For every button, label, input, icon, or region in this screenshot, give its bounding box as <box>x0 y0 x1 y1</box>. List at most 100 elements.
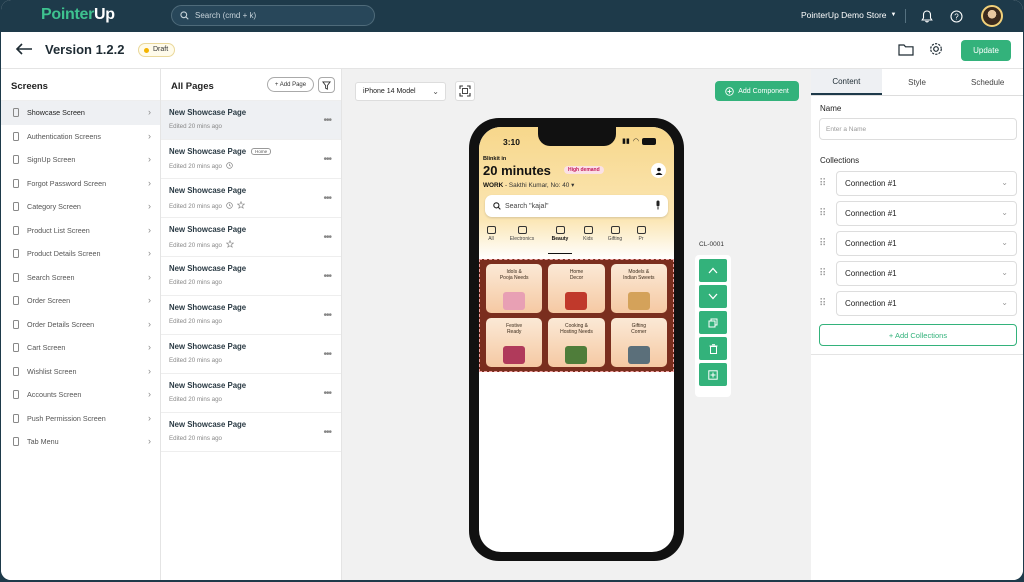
category-tab[interactable]: Electronics <box>504 224 540 252</box>
tab-schedule[interactable]: Schedule <box>952 69 1023 95</box>
chevron-right-icon: › <box>148 342 151 352</box>
star-icon[interactable] <box>236 200 246 211</box>
chevron-down-icon: ⌄ <box>1001 178 1008 187</box>
update-button[interactable]: Update <box>961 40 1011 61</box>
filter-icon[interactable] <box>318 77 335 93</box>
showcase-tile[interactable]: Idols & Pooja Needs <box>486 264 543 313</box>
collection-select[interactable]: Connection #1 ⌄ <box>836 231 1017 256</box>
more-options-icon[interactable]: ••• <box>323 154 331 165</box>
add-collections-button[interactable]: + Add Collections <box>819 324 1017 346</box>
address-text: - Sakthi Kumar, No: 40 <box>503 182 570 189</box>
avatar[interactable] <box>981 5 1003 27</box>
category-tab[interactable]: All <box>484 224 498 252</box>
collection-value: Connection #1 <box>845 179 897 188</box>
sidebar-item-screen[interactable]: Order Details Screen › <box>1 313 160 337</box>
mic-icon[interactable] <box>655 200 661 210</box>
qr-scan-icon[interactable] <box>455 81 475 101</box>
collection-select[interactable]: Connection #1 ⌄ <box>836 201 1017 226</box>
tab-style[interactable]: Style <box>882 69 953 95</box>
sidebar-item-screen[interactable]: Search Screen › <box>1 266 160 290</box>
store-selector[interactable]: PointerUp Demo Store ▼ <box>801 10 896 20</box>
page-list-item[interactable]: New Showcase Page Edited 20 mins ago ••• <box>161 335 341 374</box>
delete-button[interactable] <box>699 337 727 360</box>
drag-handle-icon[interactable]: ⠿ <box>819 298 831 309</box>
sidebar-item-screen[interactable]: Push Permission Screen › <box>1 407 160 431</box>
drag-handle-icon[interactable]: ⠿ <box>819 238 831 249</box>
back-arrow-icon[interactable] <box>15 42 33 58</box>
sidebar-item-screen[interactable]: Wishlist Screen › <box>1 360 160 384</box>
collection-select[interactable]: Connection #1 ⌄ <box>836 261 1017 286</box>
sidebar-item-screen[interactable]: Order Screen › <box>1 289 160 313</box>
delivery-address[interactable]: WORK - Sakthi Kumar, No: 40 ▾ <box>483 181 574 189</box>
showcase-tile[interactable]: Gifting Corner <box>610 318 667 367</box>
more-options-icon[interactable]: ••• <box>323 388 331 399</box>
more-options-icon[interactable]: ••• <box>323 115 331 126</box>
showcase-grid[interactable]: Idols & Pooja Needs Home Decor Models & In… <box>479 259 674 372</box>
category-tab[interactable]: Kids <box>580 224 596 252</box>
more-options-icon[interactable]: ••• <box>323 271 331 282</box>
page-list-item[interactable]: New Showcase Page Edited 20 mins ago ••• <box>161 413 341 452</box>
device-model-select[interactable]: iPhone 14 Model ⌄ <box>355 82 446 101</box>
category-tab[interactable]: Gifting <box>602 224 628 252</box>
more-options-icon[interactable]: ••• <box>323 310 331 321</box>
move-down-button[interactable] <box>699 285 727 308</box>
page-list-item[interactable]: New Showcase Page Edited 20 mins ago ••• <box>161 296 341 335</box>
help-icon[interactable]: ? <box>948 8 964 24</box>
clock-icon[interactable] <box>226 201 233 211</box>
star-icon[interactable] <box>225 239 235 250</box>
page-list-item[interactable]: New Showcase Page Edited 20 mins ago ••• <box>161 257 341 296</box>
sidebar-item-screen[interactable]: SignUp Screen › <box>1 148 160 172</box>
page-list-item[interactable]: New Showcase Page Edited 20 mins ago ••• <box>161 374 341 413</box>
app-search-bar[interactable]: Search "kajal" <box>485 195 668 217</box>
showcase-tile[interactable]: Cooking & Hosting Needs <box>548 318 605 367</box>
add-page-button[interactable]: + Add Page <box>267 77 314 92</box>
drag-handle-icon[interactable]: ⠿ <box>819 208 831 219</box>
add-component-button[interactable]: Add Component <box>715 81 799 101</box>
category-tab[interactable]: Beauty <box>546 224 574 254</box>
page-list-item[interactable]: New Showcase Page Edited 20 mins ago ••• <box>161 218 341 257</box>
add-below-button[interactable] <box>699 363 727 386</box>
page-list-item[interactable]: New Showcase Page Edited 20 mins ago ••• <box>161 101 341 140</box>
logo[interactable]: PointerUp <box>41 6 115 24</box>
folder-icon[interactable] <box>898 41 914 57</box>
sidebar-item-screen[interactable]: Product List Screen › <box>1 219 160 243</box>
more-options-icon[interactable]: ••• <box>323 232 331 243</box>
sidebar-item-screen[interactable]: Forgot Password Screen › <box>1 172 160 196</box>
phone-icon <box>13 249 19 259</box>
more-options-icon[interactable]: ••• <box>323 193 331 204</box>
pages-title: All Pages <box>171 81 214 92</box>
duplicate-button[interactable] <box>699 311 727 334</box>
page-list-item[interactable]: New Showcase Page Edited 20 mins ago ••• <box>161 179 341 218</box>
sidebar-item-screen[interactable]: Category Screen › <box>1 195 160 219</box>
gear-icon[interactable] <box>928 41 944 57</box>
sidebar-item-screen[interactable]: Tab Menu › <box>1 430 160 454</box>
page-list-item[interactable]: New Showcase Page Home Edited 20 mins ago •… <box>161 140 341 179</box>
showcase-tile[interactable]: Home Decor <box>548 264 605 313</box>
name-input[interactable]: Enter a Name <box>819 118 1017 140</box>
version-title: Version 1.2.2 <box>45 42 125 57</box>
chevron-right-icon: › <box>148 318 151 329</box>
global-search-input[interactable]: Search (cmd + k) <box>171 5 375 26</box>
showcase-tile[interactable]: Models & Indian Sweets <box>610 264 667 313</box>
user-icon[interactable] <box>651 163 666 178</box>
sidebar-item-screen[interactable]: Cart Screen › <box>1 336 160 360</box>
showcase-tile[interactable]: Festive Ready <box>486 318 543 367</box>
clock-icon[interactable] <box>226 162 233 171</box>
move-up-button[interactable] <box>699 259 727 282</box>
drag-handle-icon[interactable]: ⠿ <box>819 268 831 279</box>
drag-handle-icon[interactable]: ⠿ <box>819 178 831 189</box>
sidebar-item-screen[interactable]: Authentication Screens › <box>1 125 160 149</box>
tab-content[interactable]: Content <box>811 69 882 95</box>
chevron-right-icon: › <box>148 154 151 164</box>
bell-icon[interactable] <box>919 8 935 24</box>
category-tab[interactable]: Pr <box>634 224 648 252</box>
sidebar-item-screen[interactable]: Showcase Screen › <box>1 101 160 125</box>
phone-icon <box>13 366 19 376</box>
collection-select[interactable]: Connection #1 ⌄ <box>836 291 1017 316</box>
more-options-icon[interactable]: ••• <box>323 427 331 438</box>
collection-select[interactable]: Connection #1 ⌄ <box>836 171 1017 196</box>
sidebar-item-screen[interactable]: Product Details Screen › <box>1 242 160 266</box>
chevron-right-icon: › <box>148 295 151 305</box>
sidebar-item-screen[interactable]: Accounts Screen › <box>1 383 160 407</box>
more-options-icon[interactable]: ••• <box>323 349 331 360</box>
